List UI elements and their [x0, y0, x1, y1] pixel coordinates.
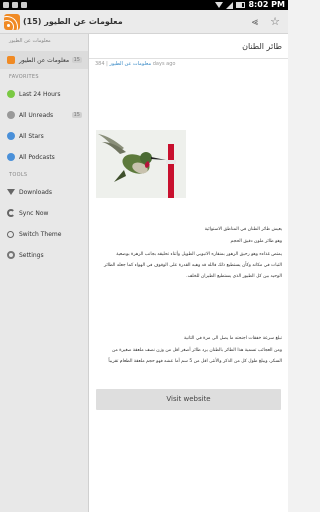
- sync-icon: [7, 209, 15, 217]
- favorites-section-label: FAVORITES: [9, 74, 39, 80]
- sidebar-item-label: All Podcasts: [19, 153, 55, 161]
- theme-icon: [7, 230, 14, 238]
- navigation-drawer: معلومات عن الطيور معلومات عن الطيور 15 F…: [0, 34, 89, 512]
- rss-feed-icon: [7, 56, 15, 64]
- status-time: 8:02 PM: [248, 0, 285, 9]
- article-paragraph: الثبات في مكانه وكأن يستطيع ذلك فالله قد…: [104, 263, 282, 268]
- action-bar: (15) معلومات عن الطيور ⪡ ☆: [0, 10, 288, 34]
- battery-icon: [236, 2, 246, 8]
- signal-icon: [226, 1, 234, 9]
- unread-icon: [7, 111, 15, 119]
- article-panel: طائر الطنان 384 | معلومات عن الطيور days…: [89, 34, 288, 512]
- sidebar-item-label: All Stars: [19, 132, 44, 140]
- article-paragraph: تبلغ سرعة خفقات اجنحته ما يصل الى مرة في…: [184, 336, 282, 341]
- hummingbird-image: [96, 130, 186, 198]
- article-paragraph: يعيش طائر الطنان في المناطق الاستوائية: [204, 227, 282, 232]
- sidebar-item-label: All Unreads: [19, 111, 54, 119]
- status-bar: 8:02 PM: [0, 0, 288, 10]
- article-paragraph: ومن العجائب تسمية هذا الطائر بالطنان يرد…: [111, 348, 282, 353]
- article-paragraph: يمتص غذاءه وهو رحيق الزهور بمنقاره الانب…: [116, 252, 282, 257]
- unread-count: 15: [71, 112, 82, 118]
- drawer-feed-item[interactable]: معلومات عن الطيور 15: [0, 51, 88, 69]
- sidebar-item-sync-now[interactable]: Sync Now: [0, 204, 88, 222]
- star-icon[interactable]: ☆: [269, 16, 281, 28]
- article-paragraph: وهو طائر ملون دقيق الحجم: [230, 239, 282, 244]
- article-time: days ago: [152, 61, 176, 67]
- sidebar-item-downloads[interactable]: Downloads: [0, 183, 88, 201]
- feed-label: معلومات عن الطيور: [19, 56, 70, 64]
- sidebar-item-label: Downloads: [19, 188, 52, 196]
- article-paragraph: السكر، ويبلغ طول كل من الذكر والأنثى اقل…: [108, 359, 282, 364]
- gear-icon: [7, 251, 15, 259]
- clock-icon: [7, 90, 15, 98]
- download-icon: [7, 189, 15, 195]
- feed-count: 15: [71, 57, 82, 63]
- gallery-icon: [21, 2, 27, 8]
- sidebar-item-label: Last 24 Hours: [19, 90, 61, 98]
- podcast-icon: [7, 153, 15, 161]
- sidebar-item-all-stars[interactable]: All Stars: [0, 127, 88, 145]
- sms-icon: [12, 2, 18, 8]
- sidebar-item-all-unreads[interactable]: All Unreads 15: [0, 106, 88, 124]
- sidebar-item-all-podcasts[interactable]: All Podcasts: [0, 148, 88, 166]
- divider: [89, 58, 288, 59]
- share-icon[interactable]: ⪡: [249, 16, 261, 28]
- sidebar-item-label: Settings: [19, 251, 44, 259]
- article-feed-link[interactable]: معلومات عن الطيور: [109, 61, 151, 67]
- sidebar-item-last-24-hours[interactable]: Last 24 Hours: [0, 85, 88, 103]
- sidebar-item-switch-theme[interactable]: Switch Theme: [0, 225, 88, 243]
- visit-website-button[interactable]: Visit website: [96, 389, 281, 410]
- article-count: 384: [95, 61, 105, 67]
- sidebar-item-label: Sync Now: [19, 209, 49, 217]
- app-title: (15) معلومات عن الطيور: [23, 17, 123, 26]
- article-meta: 384 | معلومات عن الطيور days ago: [95, 61, 176, 67]
- rss-icon[interactable]: [4, 14, 20, 30]
- notification-icon: [3, 2, 9, 8]
- article-paragraph: الوحيد بين كل الطيور الذي يستطيع الطيران…: [186, 274, 282, 279]
- wifi-icon: [215, 2, 224, 8]
- drawer-header: معلومات عن الطيور: [9, 38, 51, 44]
- article-title: طائر الطنان: [242, 42, 282, 51]
- tools-section-label: TOOLS: [9, 172, 28, 178]
- star-icon: [7, 132, 15, 140]
- sidebar-item-label: Switch Theme: [19, 230, 62, 238]
- sidebar-item-settings[interactable]: Settings: [0, 246, 88, 264]
